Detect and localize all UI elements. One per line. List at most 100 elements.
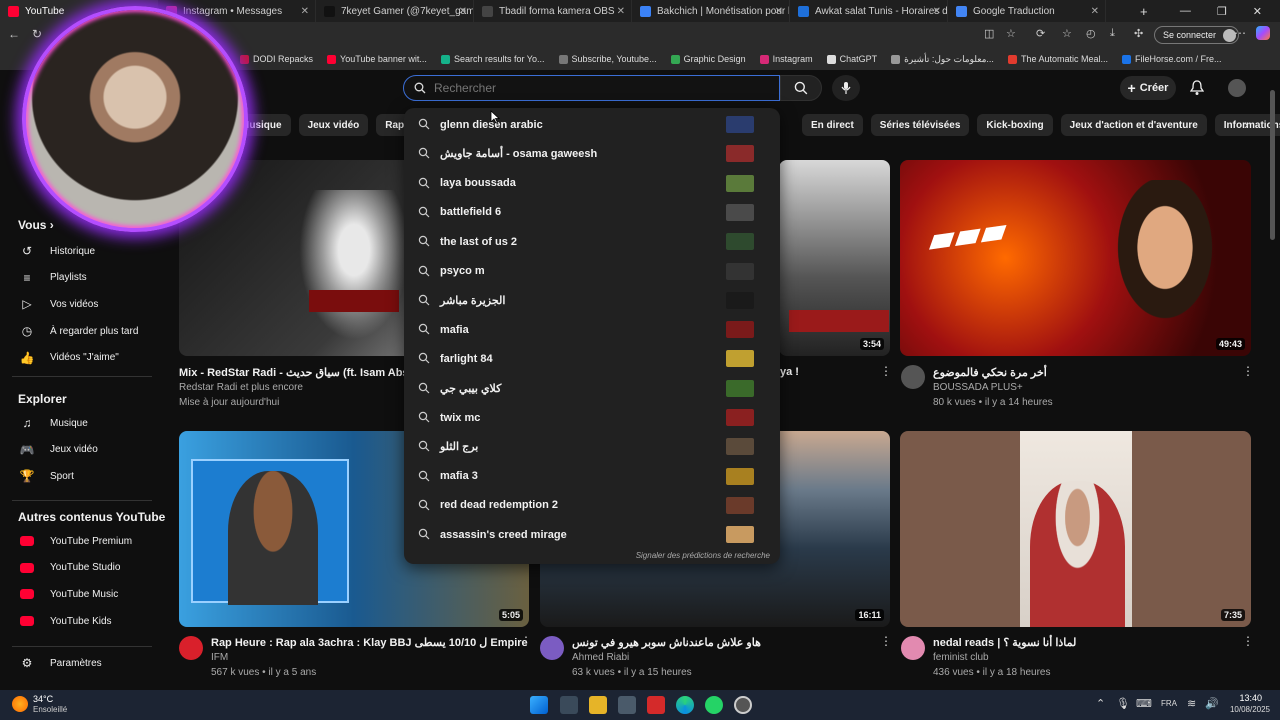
sidebar-item[interactable]: 🎮 Jeux vidéo xyxy=(18,443,98,457)
video-channel[interactable]: IFM xyxy=(211,652,228,663)
more-options-icon[interactable]: ⋮ xyxy=(880,364,892,378)
create-button[interactable]: + Créer xyxy=(1120,76,1176,100)
maximize-button[interactable]: ❐ xyxy=(1217,5,1227,18)
back-icon[interactable]: ← xyxy=(8,27,20,41)
history-browser-icon[interactable]: ◴ xyxy=(1086,27,1096,40)
search-box[interactable] xyxy=(403,75,780,101)
channel-avatar[interactable] xyxy=(901,365,925,389)
refresh-icon[interactable]: ↻ xyxy=(32,27,42,41)
more-options-icon[interactable]: ⋮ xyxy=(1242,364,1254,378)
user-avatar[interactable] xyxy=(1228,79,1246,97)
sidebar-item[interactable]: 👍 Vidéos "J'aime" xyxy=(18,351,119,365)
sign-in-button[interactable]: Se connecter xyxy=(1154,26,1240,44)
close-tab-icon[interactable]: ✕ xyxy=(1091,6,1099,17)
video-thumbnail[interactable]: 3:54 xyxy=(779,160,890,356)
you-section-heading[interactable]: Vous › xyxy=(18,218,54,232)
split-screen-icon[interactable]: ◫ xyxy=(984,27,994,40)
browser-tab[interactable]: Google Traduction ✕ xyxy=(948,0,1106,22)
category-chip[interactable]: Jeux d'action et d'aventure xyxy=(1060,114,1207,136)
more-options-icon[interactable]: ⋮ xyxy=(1242,634,1254,648)
bookmark-item[interactable]: YouTube banner wit... xyxy=(327,54,427,64)
video-title[interactable]: أخر مرة نحكي فالموضوع xyxy=(933,366,1047,379)
favorites-icon[interactable]: ☆ xyxy=(1062,27,1072,40)
obs-icon[interactable] xyxy=(734,696,752,714)
chevron-right-icon[interactable]: › xyxy=(1244,117,1248,132)
browser-tab[interactable]: Tbadil forma kamera OBS ✕ xyxy=(474,0,632,22)
report-predictions-link[interactable]: Signaler des prédictions de recherche xyxy=(636,551,770,560)
search-suggestion[interactable]: glenn diesen arabic xyxy=(404,110,780,139)
more-options-icon[interactable]: ⋮ xyxy=(520,634,532,648)
video-thumbnail[interactable]: 7:35 xyxy=(900,431,1251,627)
search-suggestion[interactable]: برج الثلو xyxy=(404,432,780,461)
bookmark-item[interactable]: FileHorse.com / Fre... xyxy=(1121,54,1222,64)
video-channel[interactable]: Ahmed Riabi xyxy=(572,652,629,663)
bookmark-item[interactable]: DODI Repacks xyxy=(240,54,313,64)
search-suggestion[interactable]: the last of us 2 xyxy=(404,227,780,256)
search-suggestion[interactable]: كلاي بيبي جي xyxy=(404,374,780,403)
wps-office-icon[interactable] xyxy=(647,696,665,714)
category-chip[interactable]: Kick-boxing xyxy=(977,114,1053,136)
close-window-button[interactable]: ✕ xyxy=(1253,5,1262,18)
extensions-icon[interactable]: ⟳ xyxy=(1036,27,1045,40)
sidebar-item[interactable]: ≡ Playlists xyxy=(18,271,86,285)
scrollbar-thumb[interactable] xyxy=(1270,90,1275,240)
sidebar-item[interactable]: YouTube Music xyxy=(18,587,118,601)
browser-tab[interactable]: Bakchich | Monétisation pour le ✕ xyxy=(632,0,790,22)
bookmark-item[interactable]: Subscribe, Youtube... xyxy=(558,54,657,64)
whatsapp-icon[interactable] xyxy=(705,696,723,714)
bookmark-item[interactable]: Search results for Yo... xyxy=(440,54,545,64)
start-button-icon[interactable] xyxy=(530,696,548,714)
bookmark-item[interactable]: معلومات حول: تأشيرة... xyxy=(891,54,994,65)
download-icon[interactable]: ⤓ xyxy=(1110,27,1115,40)
sidebar-item[interactable]: ♫ Musique xyxy=(18,416,88,430)
search-suggestion[interactable]: أسامة جاويش - osama gaweesh xyxy=(404,139,780,168)
category-chip[interactable]: En direct xyxy=(802,114,863,136)
minimize-button[interactable]: — xyxy=(1180,5,1191,17)
puzzle-icon[interactable]: ✣ xyxy=(1134,27,1143,40)
close-tab-icon[interactable]: ✕ xyxy=(459,6,467,17)
search-suggestion[interactable]: twix mc xyxy=(404,403,780,432)
search-suggestion[interactable]: mafia 3 xyxy=(404,462,780,491)
channel-avatar[interactable] xyxy=(179,636,203,660)
video-channel[interactable]: BOUSSADA PLUS+ xyxy=(933,382,1023,393)
task-view-icon[interactable] xyxy=(560,696,578,714)
search-suggestion[interactable]: red dead redemption 2 xyxy=(404,491,780,520)
category-chip[interactable]: Jeux vidéo xyxy=(298,114,369,136)
wifi-icon[interactable]: ≋ xyxy=(1187,697,1196,710)
sidebar-item-settings[interactable]: ⚙ Paramètres xyxy=(18,656,102,670)
video-title[interactable]: Mix - RedStar Radi - سياق حديث (ft. Isam… xyxy=(179,366,418,379)
video-channel[interactable]: feminist club xyxy=(933,652,989,663)
store-icon[interactable] xyxy=(618,696,636,714)
microphone-tray-icon[interactable]: 🎙 xyxy=(1116,697,1130,710)
language-indicator[interactable]: FRA xyxy=(1161,699,1177,708)
browser-tab[interactable]: Awkat salat Tunis - Horaires de p ✕ xyxy=(790,0,948,22)
video-title[interactable]: هاو علاش ماعندناش سوبر هيرو في تونس xyxy=(572,636,761,649)
keyboard-icon[interactable]: ⌨ xyxy=(1136,697,1152,710)
sidebar-item[interactable]: 🏆 Sport xyxy=(18,469,74,483)
sidebar-item[interactable]: YouTube Kids xyxy=(18,614,112,628)
voice-search-button[interactable] xyxy=(832,75,860,101)
close-tab-icon[interactable]: ✕ xyxy=(617,6,625,17)
sidebar-item[interactable]: ◷ À regarder plus tard xyxy=(18,324,139,338)
more-options-icon[interactable]: ⋮ xyxy=(880,634,892,648)
new-tab-button[interactable]: + xyxy=(1140,4,1148,19)
video-thumbnail[interactable]: ▰▰▰ 49:43 xyxy=(900,160,1251,356)
search-suggestion[interactable]: laya boussada xyxy=(404,169,780,198)
bookmark-item[interactable]: The Automatic Meal... xyxy=(1007,54,1108,64)
copilot-icon[interactable] xyxy=(1256,26,1270,40)
notifications-bell-icon[interactable] xyxy=(1190,80,1204,96)
search-suggestion[interactable]: psyco m xyxy=(404,257,780,286)
bookmark-item[interactable]: Instagram xyxy=(759,54,813,64)
chevron-up-icon[interactable]: ⌃ xyxy=(1096,697,1105,710)
search-suggestion[interactable]: mafia xyxy=(404,315,780,344)
video-channel[interactable]: Redstar Radi et plus encore xyxy=(179,382,303,393)
volume-icon[interactable]: 🔊 xyxy=(1205,697,1219,710)
browser-tab[interactable]: 7keyet Gamer (@7keyet_gamer1✕ xyxy=(316,0,474,22)
channel-avatar[interactable] xyxy=(901,636,925,660)
search-suggestion[interactable]: assassin's creed mirage xyxy=(404,520,780,549)
search-suggestion[interactable]: الجزيرة مباشر xyxy=(404,286,780,315)
weather-temperature[interactable]: 34°C xyxy=(33,694,53,704)
search-suggestion[interactable]: farlight 84 xyxy=(404,344,780,373)
video-title[interactable]: nedal reads | لماذا أنا نسوية ؟ xyxy=(933,636,1076,649)
channel-avatar[interactable] xyxy=(540,636,564,660)
